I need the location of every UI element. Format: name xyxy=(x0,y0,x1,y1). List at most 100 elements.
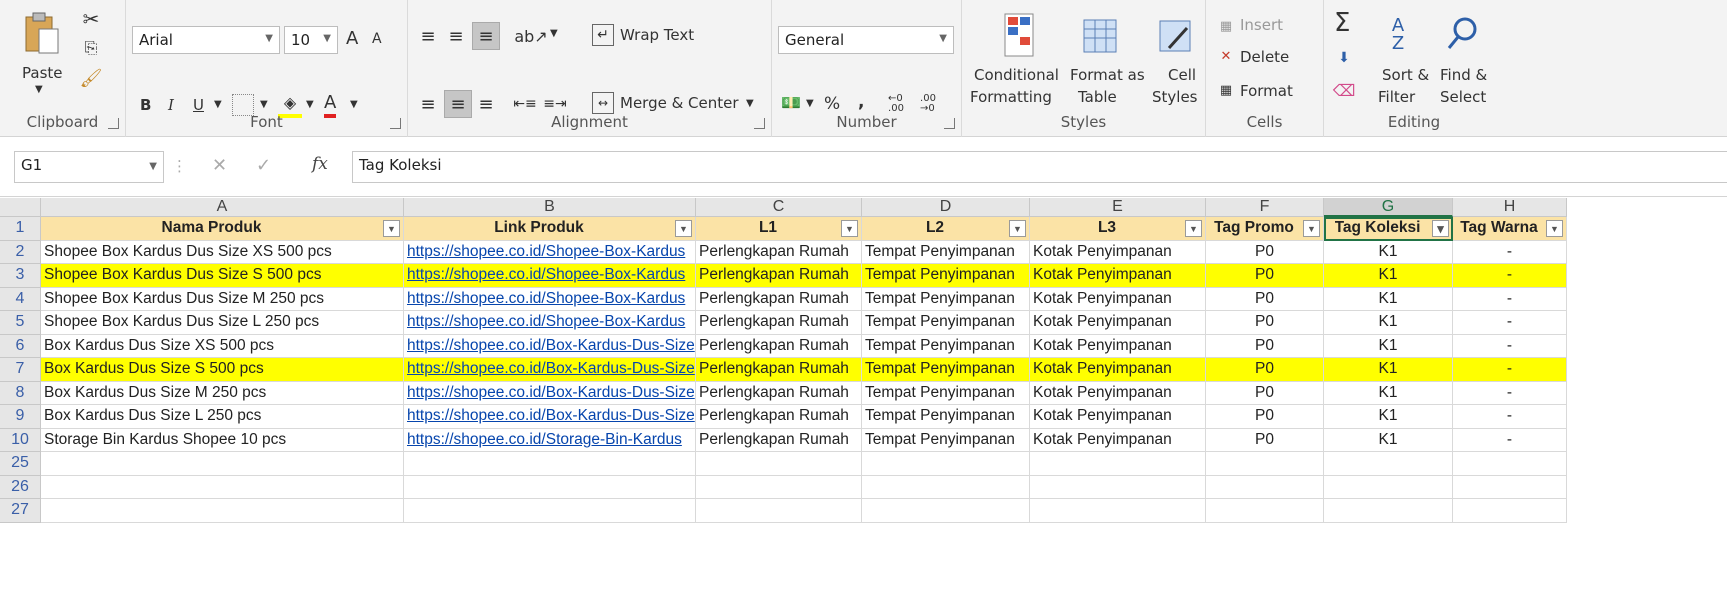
search-icon[interactable] xyxy=(1444,14,1480,54)
table-cell[interactable]: Tempat Penyimpanan xyxy=(862,334,1030,358)
bold-button[interactable]: B xyxy=(140,96,151,114)
fill-icon[interactable]: ⬇ xyxy=(1334,48,1354,68)
filter-dropdown-icon[interactable]: ▼ xyxy=(1185,220,1202,237)
table-cell[interactable]: Box Kardus Dus Size XS 500 pcs xyxy=(41,334,404,358)
table-cell[interactable]: Perlengkapan Rumah xyxy=(696,405,862,429)
merge-center-button[interactable]: Merge & Center xyxy=(620,94,739,112)
wrap-text-icon[interactable]: ↵ xyxy=(592,24,614,46)
empty-cell[interactable] xyxy=(862,452,1030,476)
table-cell[interactable]: - xyxy=(1453,405,1567,429)
paste-label[interactable]: Paste xyxy=(22,64,63,82)
table-cell[interactable]: Kotak Penyimpanan xyxy=(1030,358,1206,382)
table-cell[interactable]: Box Kardus Dus Size L 250 pcs xyxy=(41,405,404,429)
row-header[interactable]: 4 xyxy=(0,287,41,311)
table-cell[interactable]: Tempat Penyimpanan xyxy=(862,311,1030,335)
table-cell[interactable]: Perlengkapan Rumah xyxy=(696,264,862,288)
row-header[interactable]: 5 xyxy=(0,311,41,335)
insert-button[interactable]: Insert xyxy=(1240,16,1283,34)
table-cell[interactable]: Kotak Penyimpanan xyxy=(1030,334,1206,358)
find-select-label-2[interactable]: Select xyxy=(1440,88,1486,106)
table-header-cell[interactable]: L3 ▼ xyxy=(1030,217,1206,241)
row-header[interactable]: 10 xyxy=(0,428,41,452)
cell-styles-icon[interactable] xyxy=(1158,14,1192,58)
row-header[interactable]: 27 xyxy=(0,499,41,523)
filter-dropdown-icon[interactable]: ▼ xyxy=(1546,220,1563,237)
grow-font-button[interactable]: A xyxy=(346,28,358,49)
product-link[interactable]: https://shopee.co.id/Storage-Bin-Kardus xyxy=(404,428,696,452)
empty-cell[interactable] xyxy=(1030,499,1206,523)
empty-cell[interactable] xyxy=(1453,452,1567,476)
empty-cell[interactable] xyxy=(1206,499,1324,523)
format-button[interactable]: Format xyxy=(1240,82,1293,100)
table-cell[interactable]: Tempat Penyimpanan xyxy=(862,240,1030,264)
enter-icon[interactable]: ✓ xyxy=(256,155,271,176)
row-header[interactable]: 7 xyxy=(0,358,41,382)
product-link[interactable]: https://shopee.co.id/Box-Kardus-Dus-Size xyxy=(404,405,696,429)
table-cell[interactable]: Tempat Penyimpanan xyxy=(862,428,1030,452)
sort-filter-icon[interactable]: AZ xyxy=(1382,12,1414,58)
empty-cell[interactable] xyxy=(862,499,1030,523)
column-header-a[interactable]: A xyxy=(41,198,404,217)
table-cell[interactable]: Perlengkapan Rumah xyxy=(696,381,862,405)
sort-filter-label-2[interactable]: Filter xyxy=(1378,88,1415,106)
row-header[interactable]: 26 xyxy=(0,475,41,499)
paste-dropdown-icon[interactable]: ▼ xyxy=(35,84,43,95)
empty-cell[interactable] xyxy=(1206,452,1324,476)
table-cell[interactable]: K1 xyxy=(1324,240,1453,264)
table-cell[interactable]: - xyxy=(1453,264,1567,288)
align-middle-icon[interactable]: ≡ xyxy=(444,24,468,48)
table-cell[interactable]: P0 xyxy=(1206,428,1324,452)
formula-input[interactable]: Tag Koleksi xyxy=(352,151,1727,183)
table-header-cell[interactable]: Nama Produk ▼ xyxy=(41,217,404,241)
percent-button[interactable]: % xyxy=(824,94,840,114)
select-all-corner[interactable] xyxy=(0,198,41,217)
row-header[interactable]: 8 xyxy=(0,381,41,405)
table-cell[interactable]: Tempat Penyimpanan xyxy=(862,264,1030,288)
chevron-down-icon[interactable]: ▼ xyxy=(806,98,814,109)
chevron-down-icon[interactable]: ▼ xyxy=(214,99,222,110)
product-link[interactable]: https://shopee.co.id/Box-Kardus-Dus-Size xyxy=(404,334,696,358)
name-box[interactable]: G1 ▼ xyxy=(14,151,164,183)
table-cell[interactable]: Shopee Box Kardus Dus Size M 250 pcs xyxy=(41,287,404,311)
product-link[interactable]: https://shopee.co.id/Box-Kardus-Dus-Size xyxy=(404,358,696,382)
format-painter-icon[interactable]: 🖌 xyxy=(78,66,104,90)
chevron-down-icon[interactable]: ▼ xyxy=(350,99,358,110)
product-link[interactable]: https://shopee.co.id/Shopee-Box-Kardus xyxy=(404,264,696,288)
column-header-h[interactable]: H xyxy=(1453,198,1567,217)
orientation-icon[interactable]: ab↗ xyxy=(514,24,547,48)
table-cell[interactable]: Shopee Box Kardus Dus Size XS 500 pcs xyxy=(41,240,404,264)
table-cell[interactable]: - xyxy=(1453,287,1567,311)
table-cell[interactable]: P0 xyxy=(1206,381,1324,405)
italic-button[interactable]: I xyxy=(168,96,174,114)
table-cell[interactable]: K1 xyxy=(1324,405,1453,429)
clear-icon[interactable]: ⌫ xyxy=(1333,80,1356,100)
number-launcher-icon[interactable] xyxy=(944,118,955,129)
delete-icon[interactable]: ✕ xyxy=(1216,46,1236,66)
table-cell[interactable]: Kotak Penyimpanan xyxy=(1030,405,1206,429)
empty-cell[interactable] xyxy=(1324,499,1453,523)
chevron-down-icon[interactable]: ▼ xyxy=(306,99,314,110)
find-select-label[interactable]: Find & xyxy=(1440,66,1487,84)
filter-dropdown-icon[interactable]: ▼ xyxy=(383,220,400,237)
row-header[interactable]: 6 xyxy=(0,334,41,358)
table-cell[interactable]: K1 xyxy=(1324,264,1453,288)
comma-button[interactable]: , xyxy=(858,92,864,112)
empty-cell[interactable] xyxy=(404,499,696,523)
table-cell[interactable]: Shopee Box Kardus Dus Size L 250 pcs xyxy=(41,311,404,335)
accounting-icon[interactable]: 💵 xyxy=(778,90,804,114)
table-cell[interactable]: Kotak Penyimpanan xyxy=(1030,428,1206,452)
table-cell[interactable]: Kotak Penyimpanan xyxy=(1030,240,1206,264)
table-cell[interactable]: P0 xyxy=(1206,358,1324,382)
table-cell[interactable]: Storage Bin Kardus Shopee 10 pcs xyxy=(41,428,404,452)
conditional-formatting-label[interactable]: Conditional xyxy=(974,66,1059,84)
row-header[interactable]: 1 xyxy=(0,217,41,241)
table-cell[interactable]: P0 xyxy=(1206,287,1324,311)
table-cell[interactable]: K1 xyxy=(1324,428,1453,452)
table-cell[interactable]: - xyxy=(1453,334,1567,358)
cell-styles-label[interactable]: Cell xyxy=(1168,66,1196,84)
row-header[interactable]: 25 xyxy=(0,452,41,476)
format-as-table-label[interactable]: Format as xyxy=(1070,66,1145,84)
table-cell[interactable]: Perlengkapan Rumah xyxy=(696,240,862,264)
table-header-cell[interactable]: Tag Promo ▼ xyxy=(1206,217,1324,241)
table-cell[interactable]: Perlengkapan Rumah xyxy=(696,311,862,335)
